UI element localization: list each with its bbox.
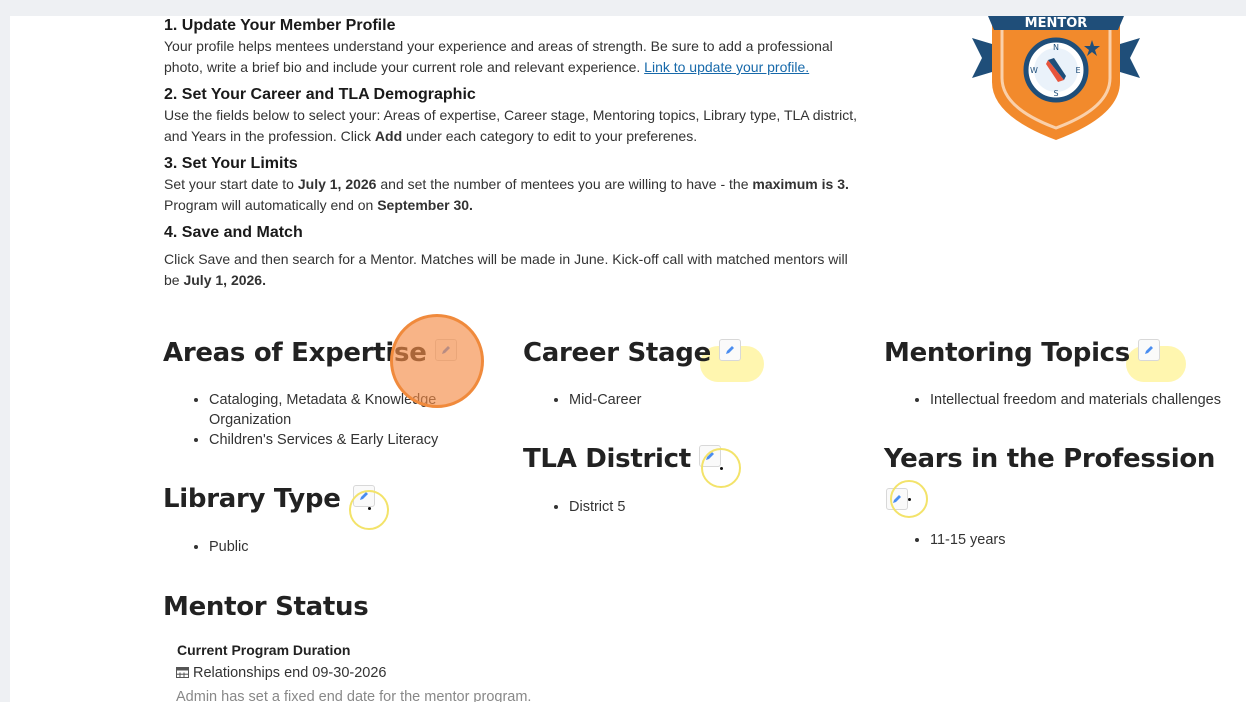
list-item: District 5: [569, 497, 625, 517]
tla-district-heading: TLA District: [523, 444, 721, 474]
career-stage-list: Mid-Career: [547, 390, 642, 410]
cursor-dot: [720, 467, 723, 470]
badge-text: MENTOR: [1025, 16, 1088, 31]
cursor-dot: [908, 498, 911, 501]
step-3-title: 3. Set Your Limits: [164, 155, 298, 172]
step-2-title: 2. Set Your Career and TLA Demographic: [164, 86, 476, 103]
instructions: 1. Update Your Member Profile Your profi…: [164, 16, 864, 298]
update-profile-link[interactable]: Link to update your profile.: [644, 59, 809, 75]
list-item: Children's Services & Early Literacy: [209, 430, 509, 450]
click-indicator: [390, 314, 484, 408]
calendar-icon: [176, 667, 189, 678]
mentor-badge-logo: MENTOR N E S W: [972, 16, 1140, 140]
pencil-icon: [1144, 345, 1153, 354]
career-stage-heading: Career Stage: [523, 338, 741, 368]
pencil-icon: [725, 345, 734, 354]
mentoring-topics-heading: Mentoring Topics: [884, 338, 1160, 368]
step-4-title: 4. Save and Match: [164, 224, 303, 241]
mentoring-topics-list: Intellectual freedom and materials chall…: [908, 390, 1221, 410]
list-item: Mid-Career: [569, 390, 642, 410]
highlight-library-type-edit: [349, 490, 389, 530]
program-note: Admin has set a fixed end date for the m…: [176, 689, 532, 702]
edit-mentoring-topics-button[interactable]: [1137, 338, 1160, 361]
tla-district-list: District 5: [547, 497, 625, 517]
compass-n: N: [1053, 43, 1059, 52]
page: 1. Update Your Member Profile Your profi…: [10, 16, 1246, 702]
years-in-profession-list: 11-15 years: [908, 530, 1006, 550]
library-type-heading: Library Type: [163, 484, 375, 514]
compass-e: E: [1075, 66, 1080, 75]
years-in-profession-heading: Years in the Profession: [884, 444, 1216, 474]
cursor-dot: [368, 507, 371, 510]
step-4: 4. Save and Match Click Save and then se…: [164, 223, 864, 291]
list-item: Public: [209, 537, 249, 557]
edit-career-stage-button[interactable]: [718, 338, 741, 361]
step-1-title: 1. Update Your Member Profile: [164, 17, 396, 34]
program-duration-label: Current Program Duration: [177, 642, 351, 658]
step-3: 3. Set Your Limits Set your start date t…: [164, 154, 864, 216]
relationships-end: Relationships end 09-30-2026: [176, 665, 386, 681]
mentor-status-heading: Mentor Status: [163, 592, 369, 622]
compass-s: S: [1053, 89, 1058, 98]
library-type-list: Public: [187, 537, 249, 557]
list-item: 11-15 years: [930, 530, 1006, 550]
compass-w: W: [1030, 66, 1038, 75]
step-2: 2. Set Your Career and TLA Demographic U…: [164, 85, 864, 147]
step-1: 1. Update Your Member Profile Your profi…: [164, 16, 864, 78]
list-item: Intellectual freedom and materials chall…: [930, 390, 1221, 410]
